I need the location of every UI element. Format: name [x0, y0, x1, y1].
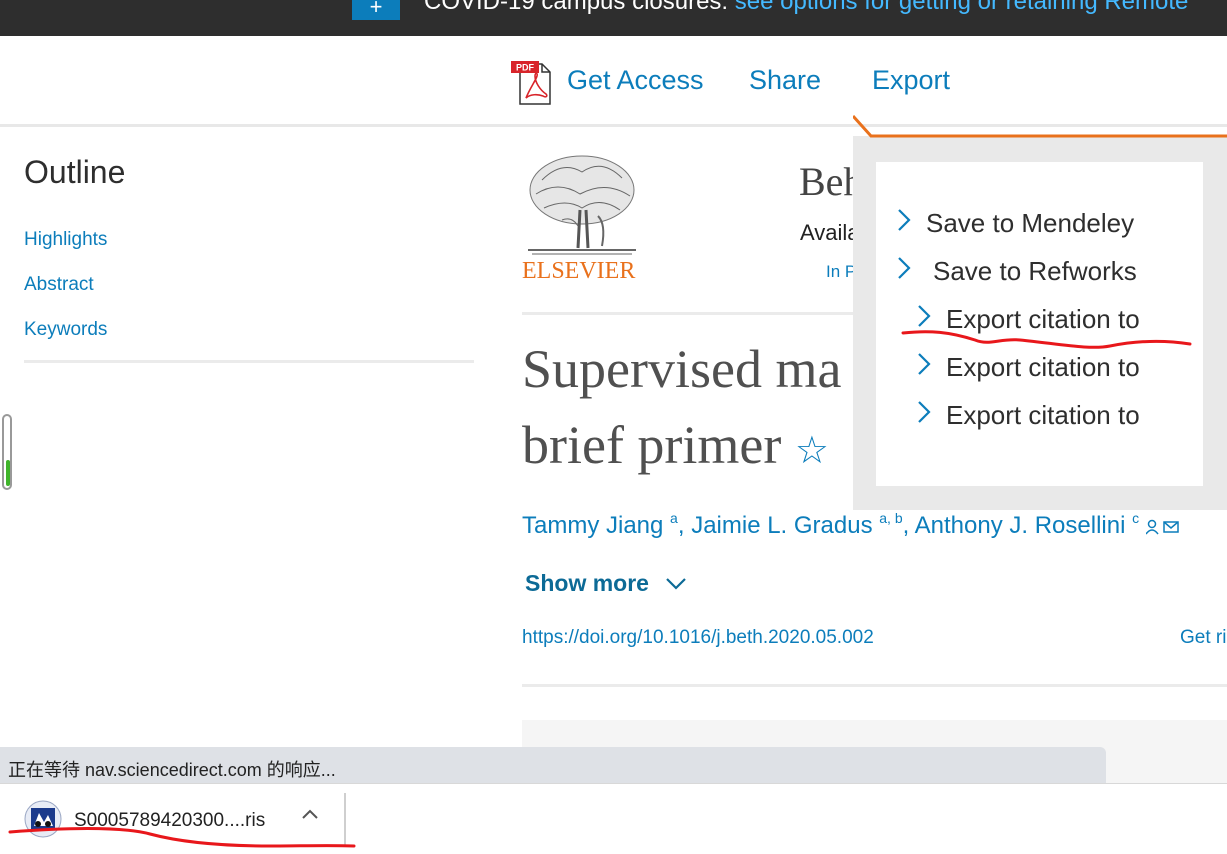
- export-citation-ris-option[interactable]: Export citation to: [916, 304, 1140, 335]
- chevron-right-icon: [896, 256, 920, 287]
- save-to-refworks-option[interactable]: Save to Refworks: [896, 256, 1137, 287]
- chevron-down-icon: [666, 578, 687, 590]
- export-citation-bibtex-option[interactable]: Export citation to: [916, 352, 1140, 383]
- export-citation-text-option[interactable]: Export citation to: [916, 400, 1140, 431]
- banner-expand-button[interactable]: +: [352, 0, 400, 20]
- banner-message: COVID-19 campus closures:: [424, 0, 729, 15]
- chevron-right-icon: [896, 208, 920, 239]
- chevron-right-icon: [916, 304, 940, 335]
- show-more-button[interactable]: Show more: [525, 570, 687, 597]
- star-icon[interactable]: ☆: [795, 430, 829, 472]
- download-separator: [344, 793, 346, 845]
- article-divider: [522, 684, 1227, 687]
- download-filename[interactable]: S0005789420300....ris: [74, 810, 265, 832]
- export-tab-indicator: [853, 114, 1227, 138]
- person-icon: [1147, 519, 1157, 528]
- share-link[interactable]: Share: [749, 65, 821, 96]
- outline-item-abstract[interactable]: Abstract: [24, 274, 94, 296]
- show-more-label: Show more: [525, 570, 649, 596]
- scroll-indicator-fill: [6, 460, 10, 486]
- banner-link[interactable]: see options for getting or retaining Rem…: [735, 0, 1189, 15]
- doi-link[interactable]: https://doi.org/10.1016/j.beth.2020.05.0…: [522, 627, 874, 649]
- menu-item-label: Export citation to: [946, 400, 1140, 430]
- ris-file-icon[interactable]: [24, 800, 62, 838]
- author-affiliation[interactable]: a: [670, 510, 678, 526]
- chevron-right-icon: [916, 352, 940, 383]
- author-link[interactable]: Tammy Jiang: [522, 512, 663, 539]
- article-title-line1: Supervised ma: [522, 339, 842, 399]
- outline-divider: [24, 360, 474, 363]
- outline-item-keywords[interactable]: Keywords: [24, 319, 107, 341]
- elsevier-tree-logo[interactable]: [522, 150, 642, 260]
- menu-item-label: Export citation to: [946, 304, 1140, 334]
- scroll-indicator[interactable]: [2, 414, 12, 490]
- author-affiliation[interactable]: c: [1132, 510, 1139, 526]
- author-list: Tammy Jiang a, Jaimie L. Gradus a, b, An…: [522, 510, 1180, 540]
- chevron-up-icon[interactable]: [300, 806, 320, 822]
- export-link[interactable]: Export: [872, 65, 950, 96]
- article-title-line2: brief primer ☆: [522, 414, 829, 476]
- menu-item-label: Save to Mendeley: [926, 208, 1135, 238]
- outline-item-highlights[interactable]: Highlights: [24, 229, 107, 251]
- banner-text: COVID-19 campus closures: see options fo…: [424, 0, 1188, 16]
- author-contact-icons[interactable]: [1145, 519, 1180, 535]
- status-text: 正在等待 nav.sciencedirect.com 的响应...: [8, 760, 336, 780]
- author-link[interactable]: Anthony J. Rosellini: [915, 512, 1126, 539]
- outline-title: Outline: [24, 154, 126, 190]
- pdf-badge-text: PDF: [516, 63, 535, 73]
- menu-item-label: Save to Refworks: [933, 256, 1137, 286]
- chevron-right-icon: [916, 400, 940, 431]
- get-rights-link[interactable]: Get ri: [1180, 627, 1226, 649]
- author-link[interactable]: Jaimie L. Gradus: [691, 512, 872, 539]
- covid-banner: + COVID-19 campus closures: see options …: [0, 0, 1227, 36]
- get-access-link[interactable]: Get Access: [567, 65, 704, 96]
- export-menu: Save to Mendeley Save to Refworks Export…: [876, 162, 1203, 486]
- menu-item-label: Export citation to: [946, 352, 1140, 382]
- elsevier-wordmark: ELSEVIER: [522, 258, 636, 284]
- pdf-icon[interactable]: PDF: [510, 60, 556, 106]
- author-affiliation[interactable]: a, b: [879, 510, 902, 526]
- article-title-text: brief primer: [522, 415, 782, 475]
- save-to-mendeley-option[interactable]: Save to Mendeley: [896, 208, 1134, 239]
